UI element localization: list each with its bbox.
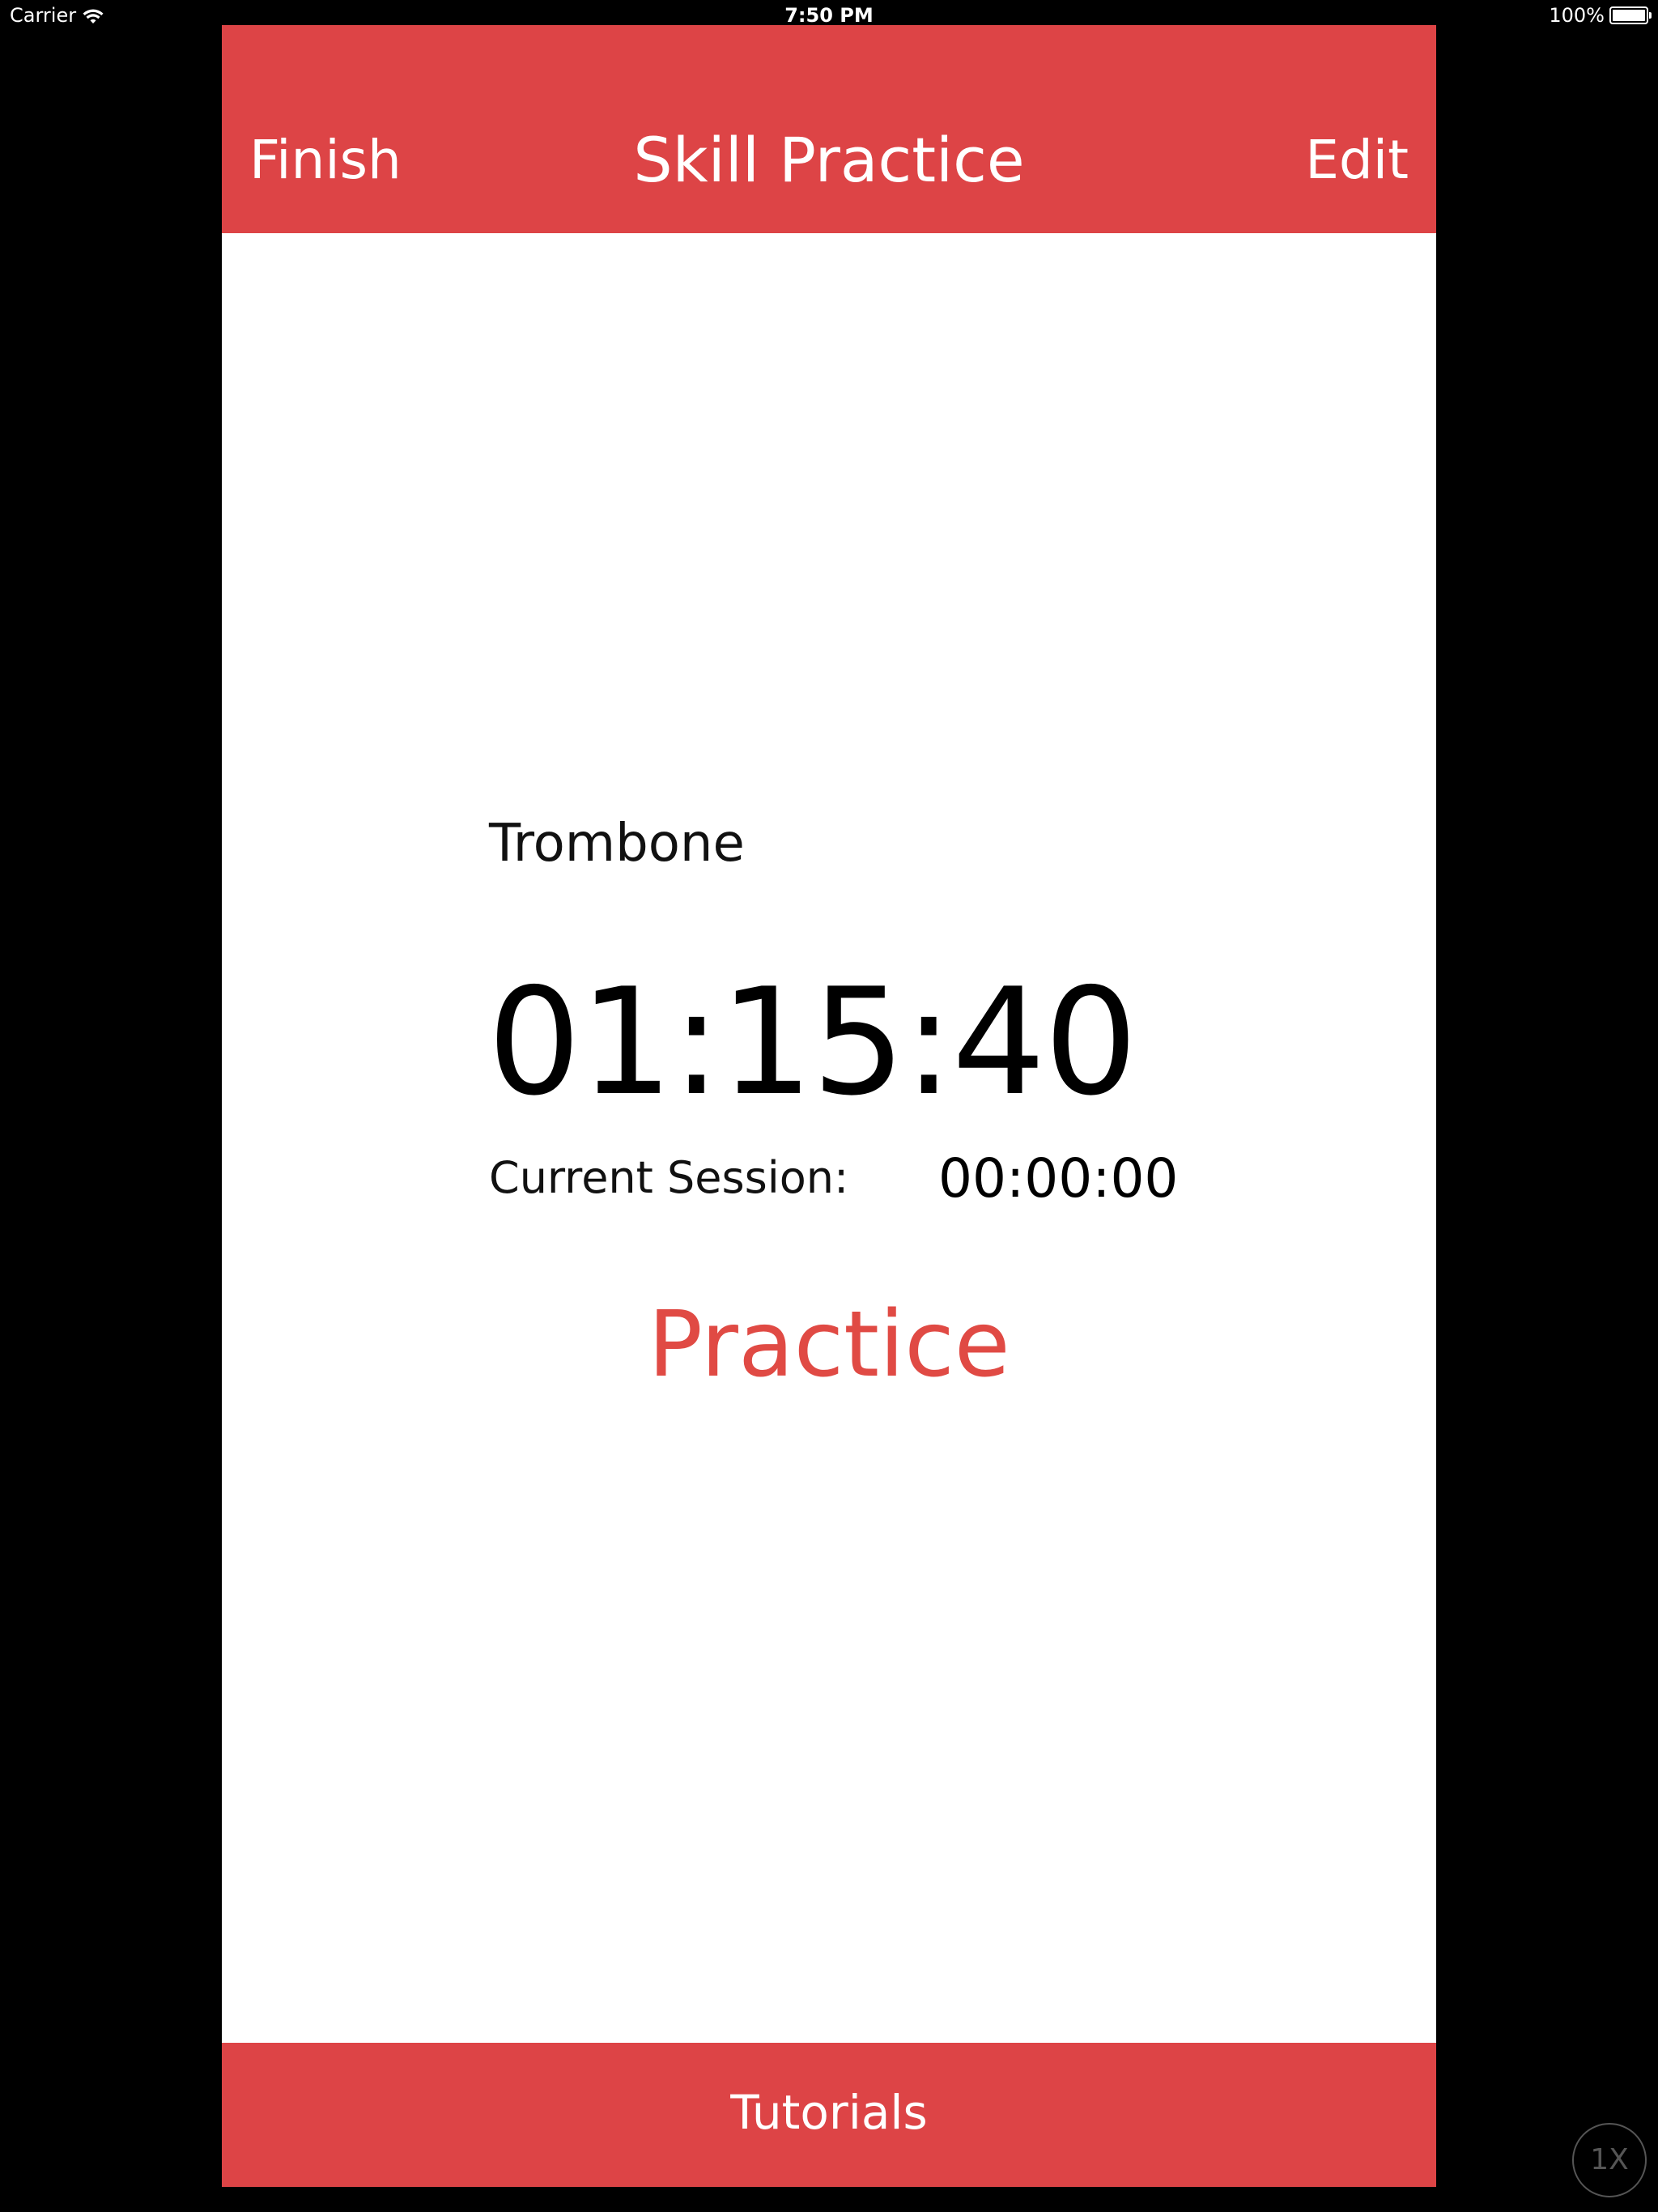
zoom-badge[interactable]: 1X — [1572, 2123, 1647, 2197]
battery-icon — [1609, 6, 1652, 24]
current-session-time: 00:00:00 — [938, 1147, 1179, 1210]
tutorials-button[interactable]: Tutorials — [222, 2043, 1436, 2187]
total-time-display: 01:15:40 — [487, 956, 1137, 1128]
status-battery-group: 100% — [1549, 4, 1652, 27]
tutorials-label: Tutorials — [730, 2085, 928, 2140]
status-time: 7:50 PM — [784, 4, 874, 27]
practice-button[interactable]: Practice — [222, 1292, 1436, 1397]
navigation-bar: Finish Skill Practice Edit — [222, 25, 1436, 233]
battery-percent: 100% — [1549, 4, 1605, 27]
skill-name: Trombone — [489, 814, 745, 874]
page-title: Skill Practice — [633, 124, 1025, 196]
app-screen: Finish Skill Practice Edit Trombone 01:1… — [222, 25, 1436, 2187]
edit-button[interactable]: Edit — [1305, 129, 1409, 191]
current-session-label: Current Session: — [489, 1152, 849, 1203]
